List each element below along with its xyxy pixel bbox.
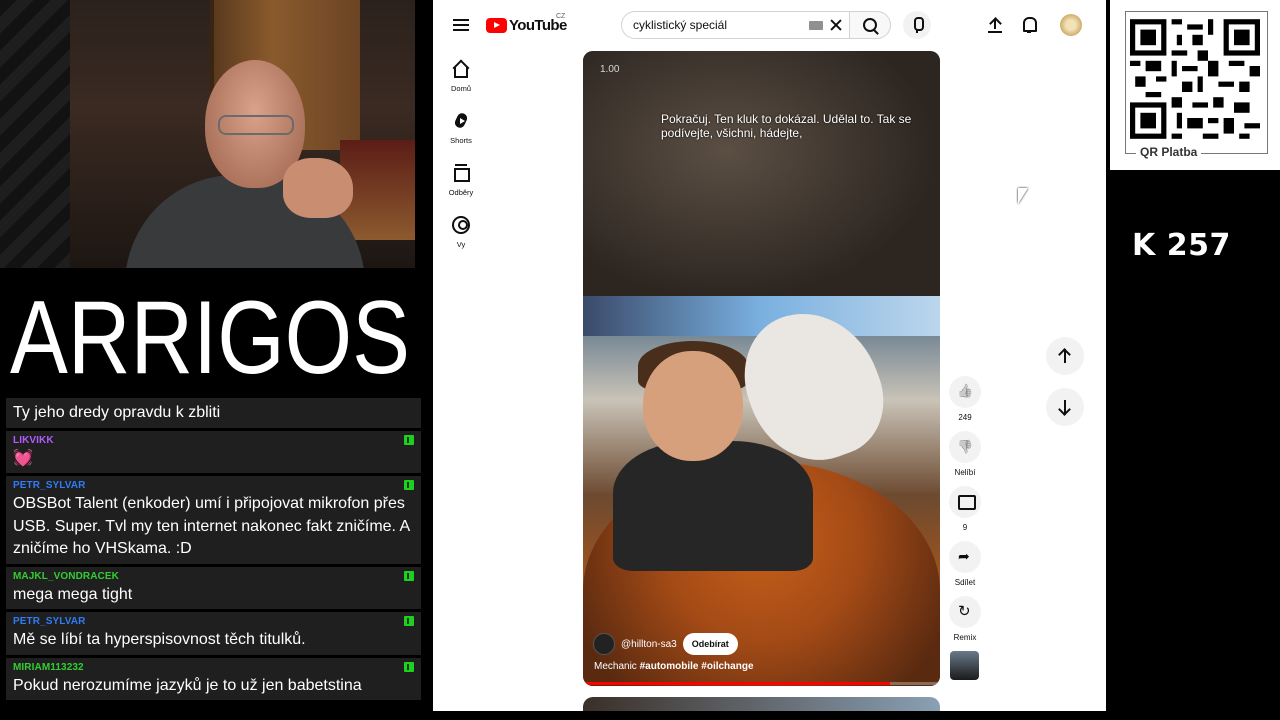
video-progress-fill bbox=[583, 682, 891, 685]
chat-message-text: Pokud nerozumíme jazyků je to už jen bab… bbox=[13, 676, 362, 694]
sidebar-item-label: Shorts bbox=[450, 136, 472, 145]
kick-badge-icon bbox=[404, 434, 414, 445]
subscribe-button[interactable]: Odebírat bbox=[682, 633, 738, 655]
kick-badge-icon bbox=[404, 616, 414, 626]
kick-badge-icon bbox=[404, 661, 414, 672]
like-icon[interactable] bbox=[949, 376, 981, 408]
short-title-text: Mechanic bbox=[594, 661, 637, 672]
video-boy-head bbox=[643, 351, 743, 461]
subscriptions-icon bbox=[452, 164, 470, 182]
mouse-cursor-icon bbox=[1018, 188, 1028, 204]
like-count: 249 bbox=[958, 413, 972, 422]
youtube-window: YouTube CZ cyklistický speciál Domů Shor… bbox=[433, 0, 1106, 711]
chat-message: PETR_SYLVAR Mě se líbí ta hyperspisovnos… bbox=[6, 612, 421, 655]
dislike-action: Nelíbí bbox=[948, 431, 982, 486]
chat-message: Ty jeho dredy opravdu k zbliti bbox=[6, 398, 421, 428]
qr-code-icon bbox=[1130, 19, 1260, 139]
chat-panel: Ty jeho dredy opravdu k zbliti LIKVIKK 💓… bbox=[6, 398, 421, 703]
dislike-icon[interactable] bbox=[949, 431, 981, 463]
acoustic-panel bbox=[0, 0, 70, 268]
sound-thumbnail[interactable] bbox=[950, 651, 979, 680]
sidebar-item-home[interactable]: Domů bbox=[433, 56, 489, 108]
chat-message-text: Ty jeho dredy opravdu k zbliti bbox=[13, 404, 221, 421]
sidebar-item-subscriptions[interactable]: Odběry bbox=[433, 160, 489, 212]
remix-icon[interactable] bbox=[949, 596, 981, 628]
chat-message-text: mega mega tight bbox=[13, 585, 133, 603]
logo-text: ARRIGOS bbox=[10, 280, 410, 391]
sidebar-item-label: Odběry bbox=[448, 188, 474, 197]
hamburger-menu-icon[interactable] bbox=[453, 19, 469, 31]
playback-speed: 1.00 bbox=[600, 64, 620, 75]
previous-short-arrow-up-icon[interactable] bbox=[1046, 337, 1084, 375]
arrigos-logo: ARRIGOS bbox=[10, 280, 410, 391]
kick-badge-icon bbox=[404, 570, 414, 581]
search-button[interactable] bbox=[849, 11, 891, 39]
sidebar-item-shorts[interactable]: Shorts bbox=[433, 108, 489, 160]
sidebar-item-label: Vy bbox=[456, 240, 466, 249]
share-label: Sdílet bbox=[954, 578, 976, 587]
notifications-bell-icon[interactable] bbox=[1022, 16, 1037, 33]
video-progress-bar[interactable] bbox=[583, 682, 940, 685]
channel-avatar[interactable] bbox=[593, 633, 615, 655]
comment-action: 9 bbox=[948, 486, 982, 541]
short-hashtags[interactable]: #automobile #oilchange bbox=[640, 661, 754, 672]
chat-username: MIRIAM113232 bbox=[13, 661, 84, 673]
chat-username: PETR_SYLVAR bbox=[13, 480, 86, 491]
share-action: Sdílet bbox=[948, 541, 982, 596]
chat-username: LIKVIKK bbox=[13, 434, 54, 446]
next-short-preview[interactable] bbox=[583, 697, 940, 711]
chat-message-text: OBSBot Talent (enkoder) umí i připojovat… bbox=[13, 495, 410, 557]
kick-badge-icon bbox=[404, 480, 414, 490]
qr-label: QR Platba bbox=[1136, 145, 1202, 159]
chat-message: MAJKL_VONDRACEK mega mega tight bbox=[6, 566, 421, 609]
short-title: Mechanic #automobile #oilchange bbox=[594, 661, 754, 672]
chat-message-text: Mě se líbí ta hyperspisovnost těch titul… bbox=[13, 631, 306, 648]
youtube-play-icon bbox=[486, 17, 507, 33]
short-video-player[interactable]: 1.00 Pokračuj. Ten kluk to dokázal. Uděl… bbox=[583, 51, 940, 686]
streamer-glasses bbox=[218, 115, 294, 135]
short-channel-row: @hillton-sa3 Odebírat bbox=[593, 633, 738, 655]
account-avatar[interactable] bbox=[1060, 14, 1082, 36]
voice-search-mic-icon[interactable] bbox=[903, 11, 931, 39]
chat-message: MIRIAM113232 Pokud nerozumíme jazyků je … bbox=[6, 657, 421, 700]
short-actions: 249 Nelíbí 9 Sdílet Remix bbox=[948, 376, 982, 651]
k-counter: K 257 bbox=[1132, 228, 1231, 263]
chat-message: LIKVIKK 💓 bbox=[6, 430, 421, 473]
you-icon bbox=[452, 216, 470, 234]
next-short-arrow-down-icon[interactable] bbox=[1046, 388, 1084, 426]
sidebar-item-you[interactable]: Vy bbox=[433, 212, 489, 264]
channel-name[interactable]: @hillton-sa3 bbox=[621, 639, 677, 650]
shorts-icon bbox=[452, 112, 470, 130]
video-boy-body bbox=[613, 441, 813, 571]
chat-message: PETR_SYLVAR OBSBot Talent (enkoder) umí … bbox=[6, 476, 421, 564]
video-car-underside bbox=[583, 51, 940, 301]
webcam-feed bbox=[0, 0, 415, 268]
remix-label: Remix bbox=[953, 633, 977, 642]
video-subtitle: Pokračuj. Ten kluk to dokázal. Udělal to… bbox=[661, 112, 912, 140]
comment-icon[interactable] bbox=[949, 486, 981, 518]
chat-username: PETR_SYLVAR bbox=[13, 616, 86, 627]
streamer-hand bbox=[283, 158, 353, 218]
remix-action: Remix bbox=[948, 596, 982, 651]
chat-username: MAJKL_VONDRACEK bbox=[13, 570, 119, 582]
youtube-logo[interactable]: YouTube CZ bbox=[486, 13, 567, 34]
like-action: 249 bbox=[948, 376, 982, 431]
channel-logo: ARRIGOS bbox=[0, 268, 420, 396]
chat-message-text: 💓 bbox=[13, 449, 33, 467]
youtube-header: YouTube CZ cyklistický speciál bbox=[433, 0, 1106, 50]
home-icon bbox=[452, 60, 470, 78]
youtube-sidebar: Domů Shorts Odběry Vy bbox=[433, 56, 489, 264]
qr-payment-box: QR Platba bbox=[1110, 0, 1280, 170]
sidebar-item-label: Domů bbox=[450, 84, 471, 93]
dislike-label: Nelíbí bbox=[954, 468, 976, 477]
clear-search-icon[interactable] bbox=[829, 16, 843, 34]
comment-count: 9 bbox=[962, 523, 968, 532]
stream-overlay: ARRIGOS Ty jeho dredy opravdu k zbliti L… bbox=[0, 0, 1280, 720]
keyboard-icon[interactable] bbox=[809, 21, 823, 30]
upload-icon-base bbox=[988, 31, 1002, 33]
country-code: CZ bbox=[556, 13, 566, 20]
share-icon[interactable] bbox=[949, 541, 981, 573]
